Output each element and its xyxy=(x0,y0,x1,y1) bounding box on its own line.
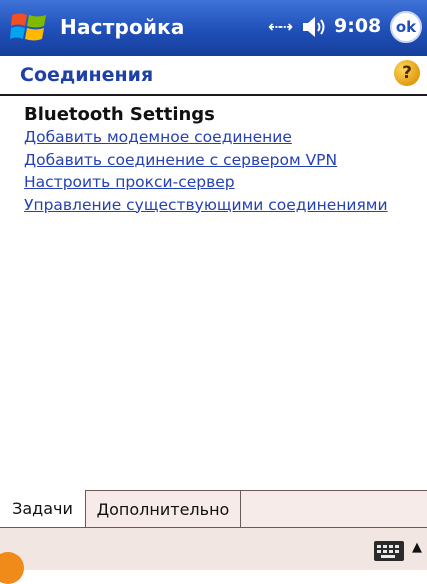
speaker-icon[interactable] xyxy=(300,14,330,40)
page-title: Соединения xyxy=(20,64,154,86)
menu-bar: ▲ xyxy=(0,527,427,570)
settings-list: Bluetooth Settings Добавить модемное сое… xyxy=(24,104,424,216)
input-menu-arrow-icon[interactable]: ▲ xyxy=(412,540,422,555)
title-bar: Настройка ⇠⇢ 9:08 ok xyxy=(0,0,427,56)
windows-flag-icon[interactable] xyxy=(10,10,48,44)
help-icon[interactable]: ? xyxy=(394,60,420,86)
bluetooth-settings-link[interactable]: Bluetooth Settings xyxy=(24,104,424,126)
tab-advanced[interactable]: Дополнительно xyxy=(86,491,241,527)
add-modem-connection-link[interactable]: Добавить модемное соединение xyxy=(24,126,424,149)
page-header: Соединения ? xyxy=(0,56,427,96)
keyboard-icon[interactable] xyxy=(374,541,404,561)
ok-button[interactable]: ok xyxy=(390,11,422,43)
add-vpn-connection-link[interactable]: Добавить соединение с сервером VPN xyxy=(24,149,424,172)
clock[interactable]: 9:08 xyxy=(334,15,381,37)
connectivity-icon[interactable]: ⇠⇢ xyxy=(268,17,293,36)
tab-bar: Задачи Дополнительно xyxy=(0,489,427,527)
configure-proxy-link[interactable]: Настроить прокси-сервер xyxy=(24,171,424,194)
tab-tasks[interactable]: Задачи xyxy=(0,489,86,527)
manage-connections-link[interactable]: Управление существующими соединениями xyxy=(24,194,424,217)
app-title: Настройка xyxy=(60,15,185,39)
